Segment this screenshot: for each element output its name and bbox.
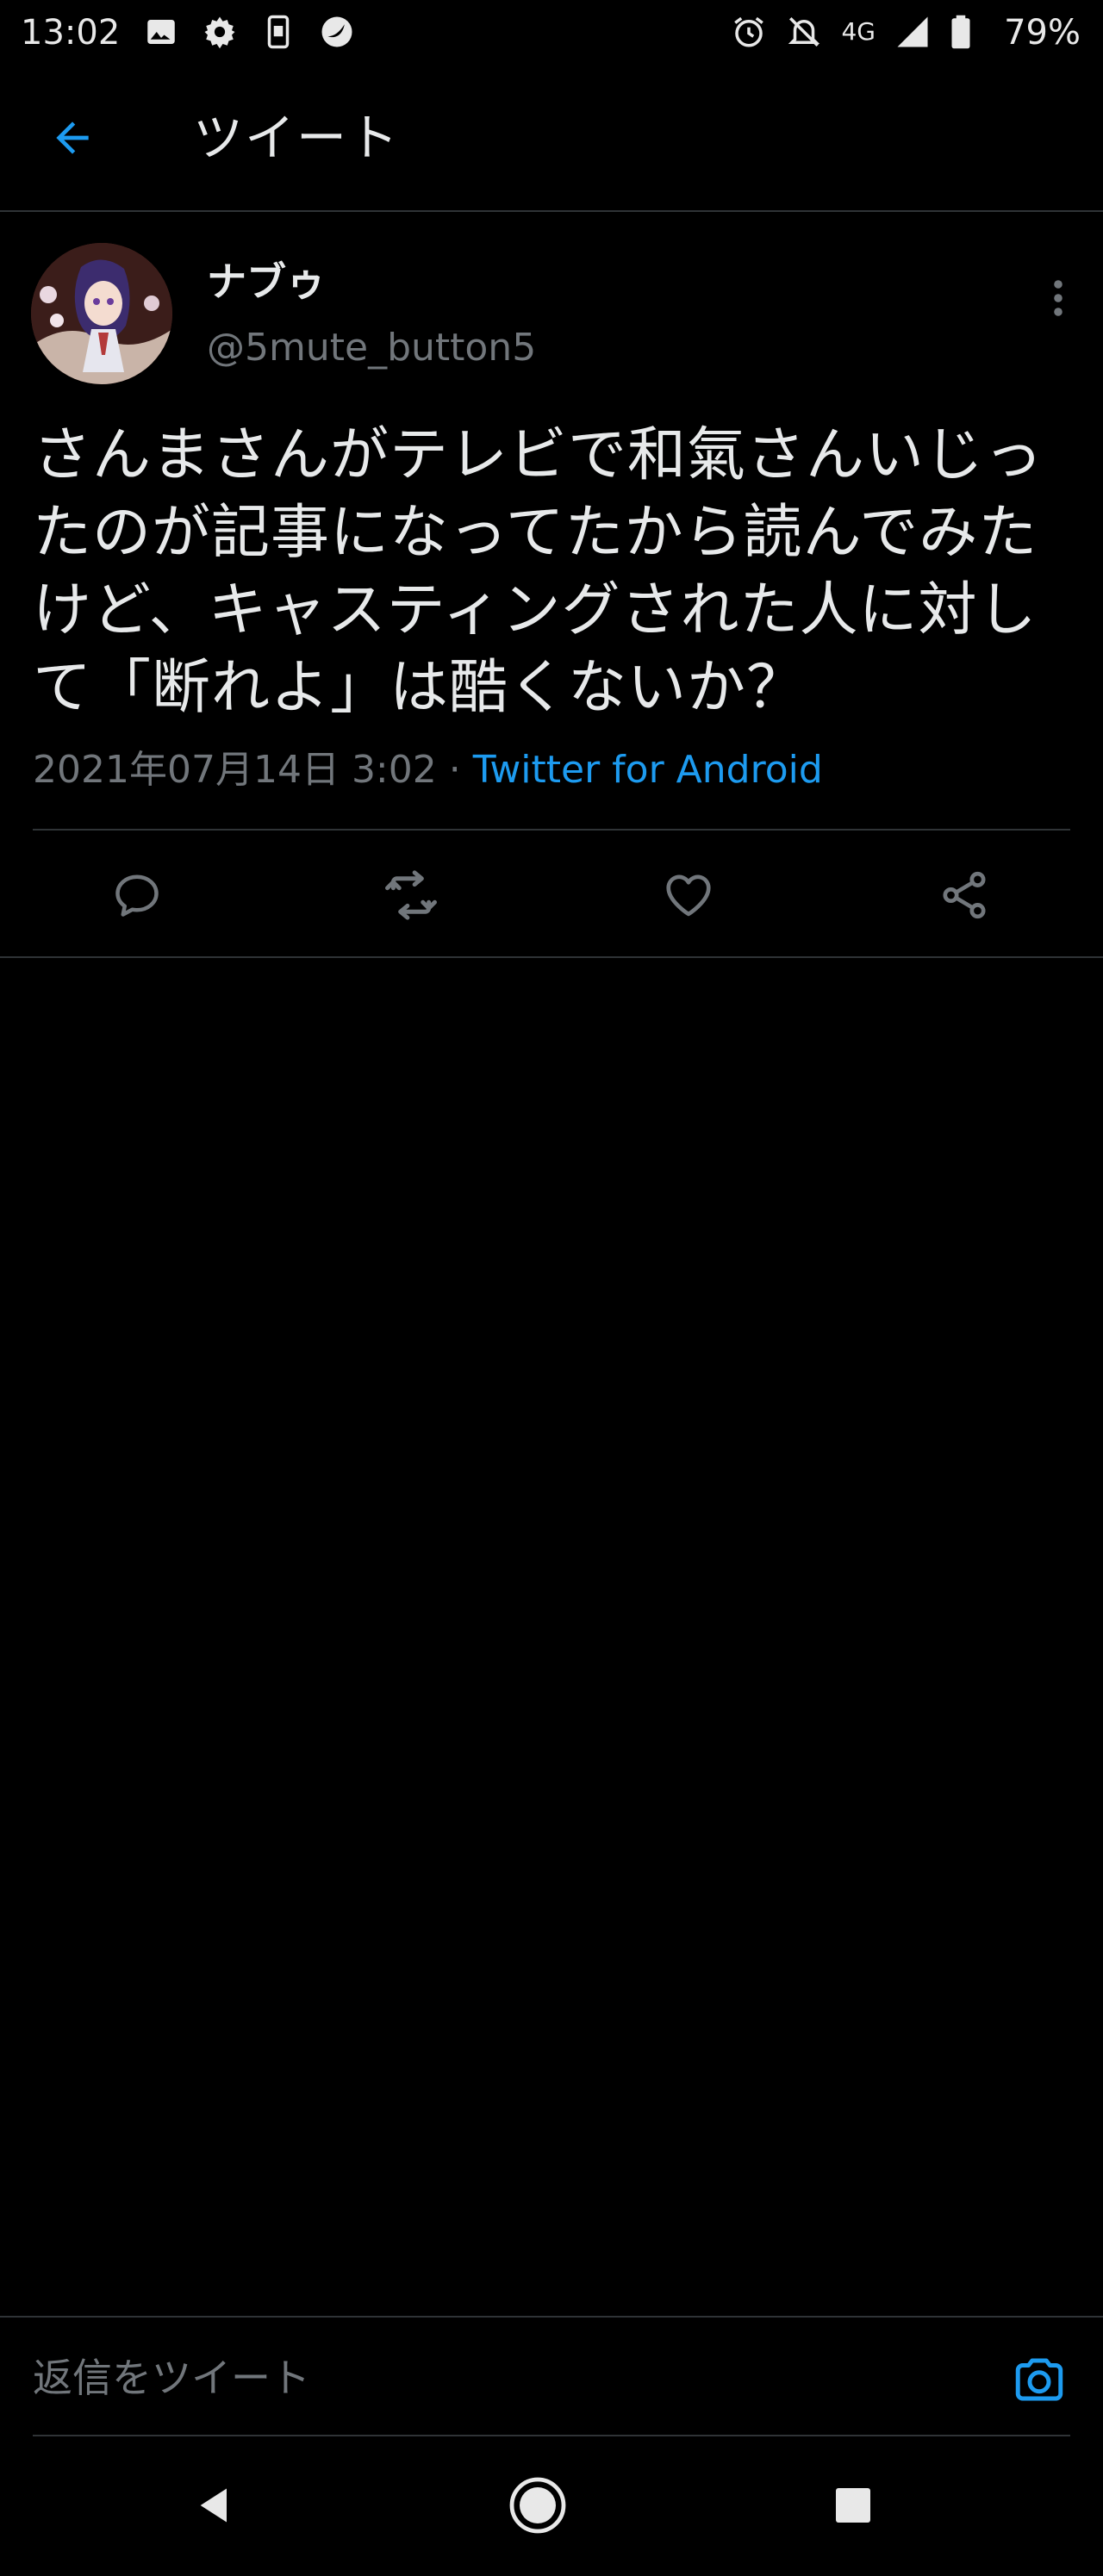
reply-input[interactable] xyxy=(33,2342,981,2414)
network-type: 4G xyxy=(841,17,876,46)
display-name[interactable]: ナブゥ xyxy=(207,253,326,310)
sim-icon xyxy=(260,14,296,50)
more-vertical-icon xyxy=(1054,280,1062,316)
battery-percent: 79% xyxy=(1004,13,1081,53)
app-header: ツイート xyxy=(0,65,1103,212)
tweet-timestamp[interactable]: 2021年07月14日 3:02 xyxy=(33,748,437,792)
like-button[interactable] xyxy=(658,865,719,925)
status-time: 13:02 xyxy=(21,13,121,53)
heart-icon xyxy=(666,874,711,917)
recents-square-icon xyxy=(836,2488,870,2523)
nav-home-button[interactable] xyxy=(495,2462,581,2548)
camera-icon xyxy=(1015,2358,1063,2401)
status-bar: 13:02 4G 79% xyxy=(0,0,1103,65)
reply-bar xyxy=(0,2316,1103,2436)
home-circle-icon xyxy=(509,2477,566,2534)
nav-back-button[interactable] xyxy=(172,2462,259,2548)
app-icon xyxy=(319,14,355,50)
meta-separator: · xyxy=(436,748,473,792)
arrow-left-icon xyxy=(56,121,89,154)
gear-icon xyxy=(202,14,238,50)
battery-icon xyxy=(950,14,972,50)
tweet-client-link[interactable]: Twitter for Android xyxy=(473,748,823,792)
back-button[interactable] xyxy=(38,103,107,172)
nav-recents-button[interactable] xyxy=(810,2462,896,2548)
tweet-text: さんまさんがテレビで和氣さんいじったのが記事になってたから読んでみたけど、キャス… xyxy=(33,421,1044,722)
share-icon xyxy=(943,871,986,919)
tweet-actions xyxy=(0,831,1103,958)
avatar-image xyxy=(31,243,172,384)
signal-icon xyxy=(894,14,931,50)
more-options-button[interactable] xyxy=(1032,264,1084,333)
retweet-icon xyxy=(385,870,437,920)
image-icon xyxy=(143,14,179,50)
comment-icon xyxy=(115,874,159,917)
reply-button[interactable] xyxy=(107,865,167,925)
avatar[interactable] xyxy=(31,243,172,384)
back-triangle-icon xyxy=(200,2488,227,2523)
notifications-off-icon xyxy=(786,14,822,50)
retweet-button[interactable] xyxy=(381,865,441,925)
page-title: ツイート xyxy=(193,109,401,167)
tweet-meta: 2021年07月14日 3:02 · Twitter for Android xyxy=(33,743,823,798)
tweet-author-row: ナブゥ @5mute_button5 xyxy=(0,212,1103,410)
status-left-icons xyxy=(143,14,355,50)
system-nav-bar xyxy=(0,2436,1103,2576)
status-right-icons: 4G xyxy=(731,14,972,50)
share-button[interactable] xyxy=(934,865,994,925)
user-handle[interactable]: @5mute_button5 xyxy=(207,320,536,376)
alarm-icon xyxy=(731,14,767,50)
camera-button[interactable] xyxy=(1005,2345,1074,2414)
